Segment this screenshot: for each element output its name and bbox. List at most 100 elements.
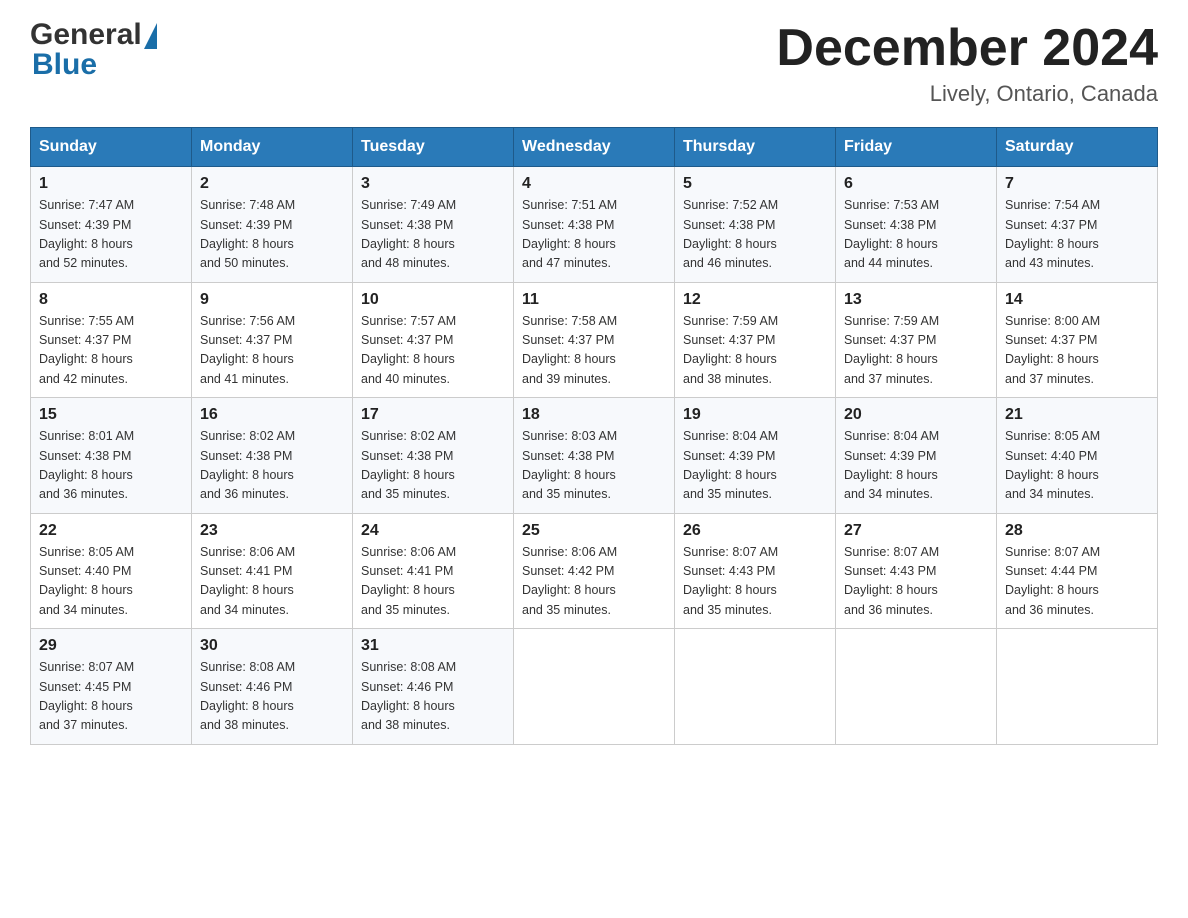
table-row: 18 Sunrise: 8:03 AMSunset: 4:38 PMDaylig… bbox=[514, 398, 675, 514]
day-info: Sunrise: 8:02 AMSunset: 4:38 PMDaylight:… bbox=[361, 429, 456, 501]
table-row: 29 Sunrise: 8:07 AMSunset: 4:45 PMDaylig… bbox=[31, 629, 192, 745]
col-wednesday: Wednesday bbox=[514, 128, 675, 167]
day-info: Sunrise: 8:08 AMSunset: 4:46 PMDaylight:… bbox=[361, 660, 456, 732]
logo-general-text: General bbox=[30, 20, 142, 50]
day-info: Sunrise: 7:53 AMSunset: 4:38 PMDaylight:… bbox=[844, 198, 939, 270]
table-row bbox=[514, 629, 675, 745]
col-sunday: Sunday bbox=[31, 128, 192, 167]
day-info: Sunrise: 8:07 AMSunset: 4:44 PMDaylight:… bbox=[1005, 545, 1100, 617]
day-info: Sunrise: 7:59 AMSunset: 4:37 PMDaylight:… bbox=[844, 314, 939, 386]
table-row: 20 Sunrise: 8:04 AMSunset: 4:39 PMDaylig… bbox=[836, 398, 997, 514]
table-row: 1 Sunrise: 7:47 AMSunset: 4:39 PMDayligh… bbox=[31, 167, 192, 283]
day-info: Sunrise: 7:56 AMSunset: 4:37 PMDaylight:… bbox=[200, 314, 295, 386]
table-row bbox=[836, 629, 997, 745]
day-info: Sunrise: 8:05 AMSunset: 4:40 PMDaylight:… bbox=[1005, 429, 1100, 501]
page-header: General Blue December 2024 Lively, Ontar… bbox=[30, 20, 1158, 107]
day-number: 18 bbox=[522, 406, 666, 424]
table-row: 7 Sunrise: 7:54 AMSunset: 4:37 PMDayligh… bbox=[997, 167, 1158, 283]
logo: General Blue bbox=[30, 20, 157, 80]
day-info: Sunrise: 8:01 AMSunset: 4:38 PMDaylight:… bbox=[39, 429, 134, 501]
day-info: Sunrise: 8:07 AMSunset: 4:43 PMDaylight:… bbox=[844, 545, 939, 617]
day-number: 1 bbox=[39, 175, 183, 193]
calendar-week-row: 22 Sunrise: 8:05 AMSunset: 4:40 PMDaylig… bbox=[31, 513, 1158, 629]
table-row: 25 Sunrise: 8:06 AMSunset: 4:42 PMDaylig… bbox=[514, 513, 675, 629]
day-number: 7 bbox=[1005, 175, 1149, 193]
table-row: 22 Sunrise: 8:05 AMSunset: 4:40 PMDaylig… bbox=[31, 513, 192, 629]
day-info: Sunrise: 8:05 AMSunset: 4:40 PMDaylight:… bbox=[39, 545, 134, 617]
calendar-week-row: 15 Sunrise: 8:01 AMSunset: 4:38 PMDaylig… bbox=[31, 398, 1158, 514]
table-row: 9 Sunrise: 7:56 AMSunset: 4:37 PMDayligh… bbox=[192, 282, 353, 398]
day-number: 16 bbox=[200, 406, 344, 424]
location-label: Lively, Ontario, Canada bbox=[776, 81, 1158, 107]
day-number: 4 bbox=[522, 175, 666, 193]
day-info: Sunrise: 8:04 AMSunset: 4:39 PMDaylight:… bbox=[844, 429, 939, 501]
day-number: 25 bbox=[522, 522, 666, 540]
day-number: 17 bbox=[361, 406, 505, 424]
day-info: Sunrise: 7:58 AMSunset: 4:37 PMDaylight:… bbox=[522, 314, 617, 386]
day-number: 26 bbox=[683, 522, 827, 540]
table-row: 2 Sunrise: 7:48 AMSunset: 4:39 PMDayligh… bbox=[192, 167, 353, 283]
day-info: Sunrise: 7:48 AMSunset: 4:39 PMDaylight:… bbox=[200, 198, 295, 270]
day-number: 2 bbox=[200, 175, 344, 193]
day-number: 19 bbox=[683, 406, 827, 424]
month-title: December 2024 bbox=[776, 20, 1158, 77]
table-row: 31 Sunrise: 8:08 AMSunset: 4:46 PMDaylig… bbox=[353, 629, 514, 745]
day-info: Sunrise: 7:49 AMSunset: 4:38 PMDaylight:… bbox=[361, 198, 456, 270]
day-info: Sunrise: 8:06 AMSunset: 4:41 PMDaylight:… bbox=[361, 545, 456, 617]
calendar-week-row: 29 Sunrise: 8:07 AMSunset: 4:45 PMDaylig… bbox=[31, 629, 1158, 745]
day-info: Sunrise: 8:06 AMSunset: 4:42 PMDaylight:… bbox=[522, 545, 617, 617]
col-monday: Monday bbox=[192, 128, 353, 167]
day-info: Sunrise: 7:52 AMSunset: 4:38 PMDaylight:… bbox=[683, 198, 778, 270]
day-info: Sunrise: 8:07 AMSunset: 4:43 PMDaylight:… bbox=[683, 545, 778, 617]
table-row: 8 Sunrise: 7:55 AMSunset: 4:37 PMDayligh… bbox=[31, 282, 192, 398]
table-row: 19 Sunrise: 8:04 AMSunset: 4:39 PMDaylig… bbox=[675, 398, 836, 514]
day-number: 8 bbox=[39, 291, 183, 309]
table-row: 14 Sunrise: 8:00 AMSunset: 4:37 PMDaylig… bbox=[997, 282, 1158, 398]
calendar-week-row: 1 Sunrise: 7:47 AMSunset: 4:39 PMDayligh… bbox=[31, 167, 1158, 283]
day-number: 20 bbox=[844, 406, 988, 424]
day-info: Sunrise: 7:59 AMSunset: 4:37 PMDaylight:… bbox=[683, 314, 778, 386]
col-saturday: Saturday bbox=[997, 128, 1158, 167]
table-row: 15 Sunrise: 8:01 AMSunset: 4:38 PMDaylig… bbox=[31, 398, 192, 514]
day-info: Sunrise: 8:08 AMSunset: 4:46 PMDaylight:… bbox=[200, 660, 295, 732]
table-row: 13 Sunrise: 7:59 AMSunset: 4:37 PMDaylig… bbox=[836, 282, 997, 398]
day-number: 13 bbox=[844, 291, 988, 309]
day-info: Sunrise: 8:00 AMSunset: 4:37 PMDaylight:… bbox=[1005, 314, 1100, 386]
calendar-header-row: Sunday Monday Tuesday Wednesday Thursday… bbox=[31, 128, 1158, 167]
day-number: 27 bbox=[844, 522, 988, 540]
table-row: 27 Sunrise: 8:07 AMSunset: 4:43 PMDaylig… bbox=[836, 513, 997, 629]
table-row: 6 Sunrise: 7:53 AMSunset: 4:38 PMDayligh… bbox=[836, 167, 997, 283]
day-number: 22 bbox=[39, 522, 183, 540]
table-row: 10 Sunrise: 7:57 AMSunset: 4:37 PMDaylig… bbox=[353, 282, 514, 398]
day-number: 28 bbox=[1005, 522, 1149, 540]
table-row: 30 Sunrise: 8:08 AMSunset: 4:46 PMDaylig… bbox=[192, 629, 353, 745]
calendar-table: Sunday Monday Tuesday Wednesday Thursday… bbox=[30, 127, 1158, 745]
table-row: 28 Sunrise: 8:07 AMSunset: 4:44 PMDaylig… bbox=[997, 513, 1158, 629]
table-row: 5 Sunrise: 7:52 AMSunset: 4:38 PMDayligh… bbox=[675, 167, 836, 283]
table-row: 23 Sunrise: 8:06 AMSunset: 4:41 PMDaylig… bbox=[192, 513, 353, 629]
day-number: 3 bbox=[361, 175, 505, 193]
day-number: 21 bbox=[1005, 406, 1149, 424]
day-number: 5 bbox=[683, 175, 827, 193]
table-row bbox=[675, 629, 836, 745]
day-info: Sunrise: 7:57 AMSunset: 4:37 PMDaylight:… bbox=[361, 314, 456, 386]
col-friday: Friday bbox=[836, 128, 997, 167]
table-row: 21 Sunrise: 8:05 AMSunset: 4:40 PMDaylig… bbox=[997, 398, 1158, 514]
day-number: 9 bbox=[200, 291, 344, 309]
table-row: 16 Sunrise: 8:02 AMSunset: 4:38 PMDaylig… bbox=[192, 398, 353, 514]
day-number: 11 bbox=[522, 291, 666, 309]
day-number: 29 bbox=[39, 637, 183, 655]
day-number: 31 bbox=[361, 637, 505, 655]
day-number: 15 bbox=[39, 406, 183, 424]
table-row: 3 Sunrise: 7:49 AMSunset: 4:38 PMDayligh… bbox=[353, 167, 514, 283]
day-info: Sunrise: 7:54 AMSunset: 4:37 PMDaylight:… bbox=[1005, 198, 1100, 270]
day-info: Sunrise: 7:47 AMSunset: 4:39 PMDaylight:… bbox=[39, 198, 134, 270]
day-number: 10 bbox=[361, 291, 505, 309]
day-number: 12 bbox=[683, 291, 827, 309]
col-tuesday: Tuesday bbox=[353, 128, 514, 167]
day-number: 14 bbox=[1005, 291, 1149, 309]
day-info: Sunrise: 8:03 AMSunset: 4:38 PMDaylight:… bbox=[522, 429, 617, 501]
table-row: 24 Sunrise: 8:06 AMSunset: 4:41 PMDaylig… bbox=[353, 513, 514, 629]
table-row: 12 Sunrise: 7:59 AMSunset: 4:37 PMDaylig… bbox=[675, 282, 836, 398]
day-info: Sunrise: 8:07 AMSunset: 4:45 PMDaylight:… bbox=[39, 660, 134, 732]
